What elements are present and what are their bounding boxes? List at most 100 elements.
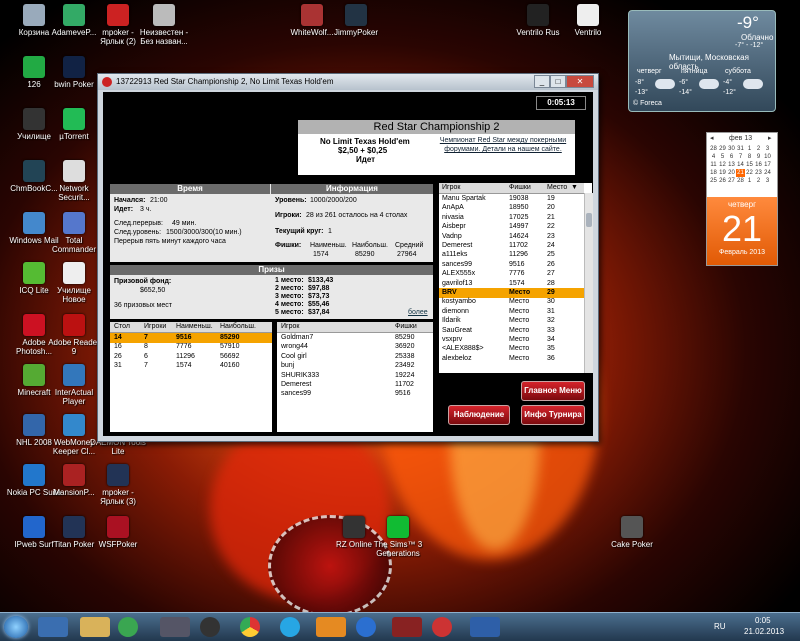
calendar-day-cell[interactable]: 2: [754, 145, 763, 153]
desktop-icon[interactable]: JimmyPoker: [328, 4, 384, 37]
start-button[interactable]: [4, 616, 28, 638]
desktop-icon[interactable]: Неизвестен - Без назван...: [136, 4, 192, 46]
desktop-icon[interactable]: bwin Poker: [46, 56, 102, 89]
column-header[interactable]: Фишки: [509, 183, 531, 193]
calendar-day-cell[interactable]: 1: [745, 177, 754, 185]
calendar-day-cell[interactable]: 22: [745, 169, 754, 177]
calendar-day-cell[interactable]: 31: [736, 145, 745, 153]
column-header[interactable]: Стол: [114, 322, 130, 332]
window-titlebar[interactable]: 13722913 Red Star Championship 2, No Lim…: [98, 74, 598, 90]
list-row[interactable]: 31 7 1574 40160: [110, 361, 272, 371]
calendar-day-cell[interactable]: 10: [763, 153, 772, 161]
taskbar-explorer-icon[interactable]: [38, 617, 68, 637]
minimize-button[interactable]: _: [534, 75, 550, 88]
calendar-day-cell[interactable]: 18: [709, 169, 718, 177]
calendar-day-cell[interactable]: 28: [736, 177, 745, 185]
weather-temp: -9°: [737, 13, 759, 32]
desktop-icon[interactable]: Ventrilo: [560, 4, 616, 37]
main-menu-button[interactable]: Главное Меню: [521, 381, 585, 401]
sort-arrow-icon[interactable]: ▼: [571, 183, 578, 193]
calendar-day-cell[interactable]: 16: [754, 161, 763, 169]
desktop-icon[interactable]: Network Securit...: [46, 160, 102, 202]
more-link[interactable]: более: [408, 309, 428, 316]
calendar-day-cell[interactable]: 9: [754, 153, 763, 161]
calendar-day-cell[interactable]: 17: [763, 161, 772, 169]
calendar-day-cell[interactable]: 12: [718, 161, 727, 169]
calendar-day-cell[interactable]: 8: [745, 153, 754, 161]
taskbar-chrome-icon[interactable]: [240, 617, 260, 637]
tournament-lobby-window[interactable]: 13722913 Red Star Championship 2, No Lim…: [97, 73, 599, 442]
list-row[interactable]: sances99 9516: [277, 389, 433, 399]
desktop-icon[interactable]: Училище Новое: [46, 262, 102, 304]
taskbar-mpoker-icon[interactable]: [392, 617, 422, 637]
calendar-day-cell[interactable]: 3: [763, 145, 772, 153]
calendar-day-cell[interactable]: 3: [763, 177, 772, 185]
taskbar-steam-icon[interactable]: [200, 617, 220, 637]
calendar-prev[interactable]: ◂: [710, 134, 714, 142]
taskbar-poker-icon[interactable]: [432, 617, 452, 637]
calendar-day-cell[interactable]: 1: [745, 145, 754, 153]
calendar-day-cell[interactable]: 4: [709, 153, 718, 161]
desktop-icon[interactable]: WSFPoker: [90, 516, 146, 549]
players-list[interactable]: Игрок Фишки Место ▼ Manu Spartak 19038 19 AnAp…: [439, 183, 593, 373]
desktop-icon[interactable]: µTorrent: [46, 108, 102, 141]
table-players-list[interactable]: Игрок Фишки Goldman7 85290 wrong44 36920 Cool…: [277, 322, 433, 432]
desktop-icon[interactable]: mpoker - Ярлык (3): [90, 464, 146, 506]
calendar-grid[interactable]: 28 29 30 31 1 2 3 4 5 6 7 8 9 10 11 12 13 14 15 16 17 18 19 20 2…: [709, 145, 775, 185]
column-header[interactable]: Наибольш.: [220, 322, 256, 332]
column-header[interactable]: Игрок: [281, 322, 299, 332]
column-header[interactable]: Игрок: [442, 183, 460, 193]
desktop-icon[interactable]: Cake Poker: [604, 516, 660, 549]
taskbar-app-icon[interactable]: [160, 617, 190, 637]
scrollbar-thumb[interactable]: [586, 213, 592, 227]
calendar-day-cell[interactable]: 14: [736, 161, 745, 169]
calendar-day-cell[interactable]: 5: [718, 153, 727, 161]
tournament-info-button[interactable]: Инфо Турнира: [521, 405, 585, 425]
calendar-day-cell[interactable]: 25: [709, 177, 718, 185]
taskbar-lobby-icon[interactable]: [470, 617, 500, 637]
calendar-day-cell[interactable]: 27: [727, 177, 736, 185]
watch-button[interactable]: Наблюдение: [448, 405, 510, 425]
calendar-day-cell[interactable]: 19: [718, 169, 727, 177]
calendar-day-cell[interactable]: 28: [709, 145, 718, 153]
calendar-gadget[interactable]: ◂ фев 13 ▸ 28 29 30 31 1 2 3 4 5 6 7 8 9 10 11 12 13 14 15…: [706, 132, 778, 266]
calendar-day-cell[interactable]: 7: [736, 153, 745, 161]
calendar-day-cell[interactable]: 26: [718, 177, 727, 185]
taskbar-ie-icon[interactable]: [356, 617, 376, 637]
maximize-button[interactable]: □: [550, 75, 566, 88]
calendar-day-cell[interactable]: 24: [763, 169, 772, 177]
language-indicator[interactable]: RU: [714, 622, 726, 631]
calendar-day-cell[interactable]: 29: [718, 145, 727, 153]
column-header[interactable]: Место: [547, 183, 567, 193]
desktop-icon[interactable]: Total Commander: [46, 212, 102, 254]
desktop-icon[interactable]: Adobe Reader 9: [46, 314, 102, 356]
calendar-day-cell[interactable]: 30: [727, 145, 736, 153]
taskbar-folder-icon[interactable]: [80, 617, 110, 637]
taskbar-skype-icon[interactable]: [280, 617, 300, 637]
desktop-icon[interactable]: The Sims™ 3 Generations: [370, 516, 426, 558]
desktop-icon[interactable]: Ventrilo Rus: [510, 4, 566, 37]
taskbar-utorrent-icon[interactable]: [118, 617, 138, 637]
calendar-day-cell[interactable]: 6: [727, 153, 736, 161]
calendar-day-cell[interactable]: 2: [754, 177, 763, 185]
weather-gadget[interactable]: -9° Облачно -7° - -12° Мытищи, Московска…: [628, 10, 776, 112]
clock-date[interactable]: 21.02.2013: [744, 627, 784, 636]
calendar-day-cell[interactable]: 11: [709, 161, 718, 169]
clock-time[interactable]: 0:05: [755, 616, 771, 625]
calendar-next[interactable]: ▸: [768, 134, 772, 142]
tables-list[interactable]: Стол Игроки Наименьш. Наибольш. 14 7 9516 8529…: [110, 322, 272, 432]
calendar-day-cell[interactable]: 15: [745, 161, 754, 169]
column-header[interactable]: Фишки: [395, 322, 417, 332]
desktop-icon[interactable]: InterActual Player: [46, 364, 102, 406]
close-button[interactable]: ✕: [566, 75, 594, 88]
forum-link[interactable]: Чемпионат Red Star между покерными форум…: [438, 136, 568, 154]
calendar-day-cell[interactable]: 20: [727, 169, 736, 177]
column-header[interactable]: Игроки: [144, 322, 166, 332]
calendar-day-cell[interactable]: 21: [736, 169, 745, 177]
column-header[interactable]: Наименьш.: [176, 322, 213, 332]
players-scrollbar[interactable]: [584, 193, 593, 373]
calendar-day-cell[interactable]: 23: [754, 169, 763, 177]
calendar-day-cell[interactable]: 13: [727, 161, 736, 169]
taskbar-media-icon[interactable]: [316, 617, 346, 637]
list-row[interactable]: alexbeloz Место 36: [439, 354, 584, 364]
